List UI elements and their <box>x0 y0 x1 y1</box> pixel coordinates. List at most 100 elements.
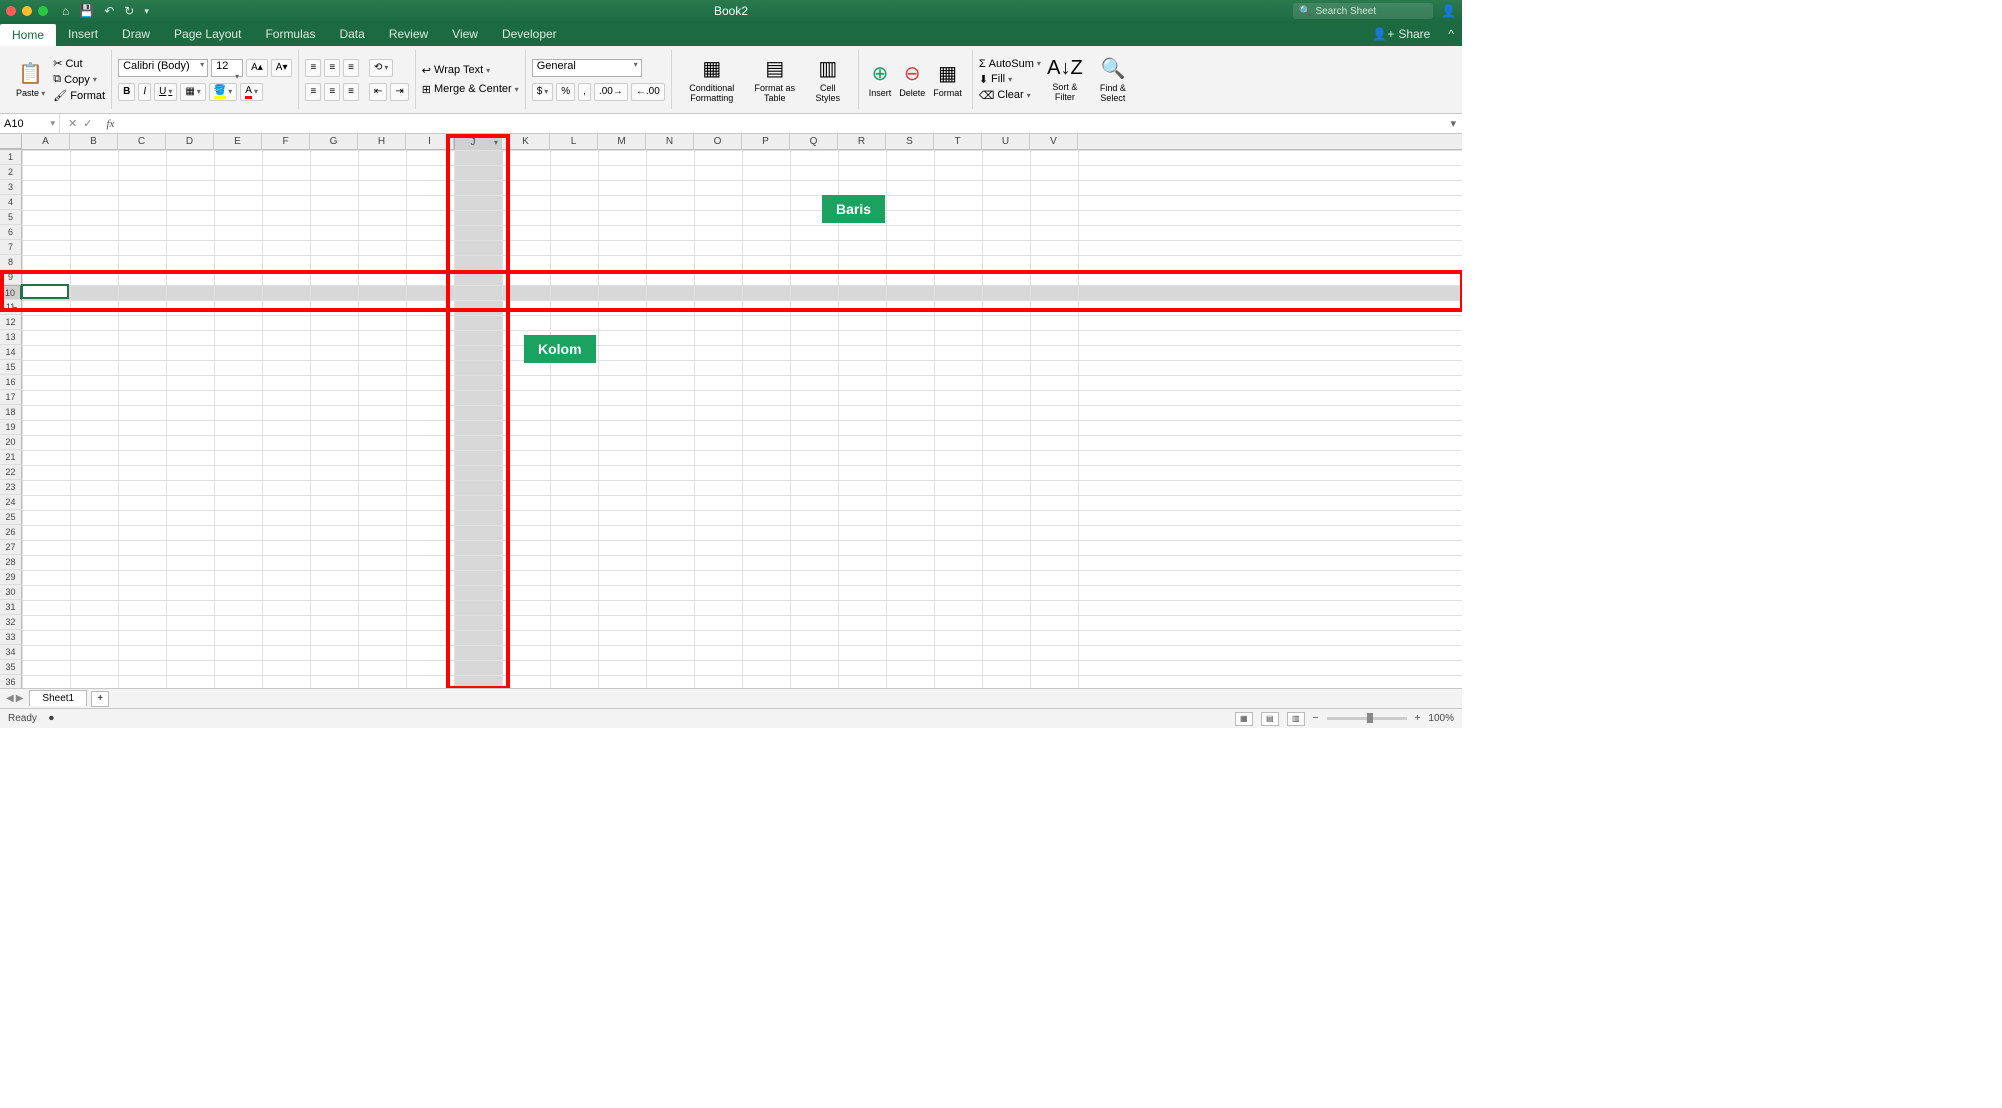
search-sheet-input[interactable]: 🔍 Search Sheet <box>1293 3 1433 19</box>
wrap-text-button[interactable]: ↩Wrap Text <box>422 64 519 77</box>
column-header-B[interactable]: B <box>70 134 118 149</box>
row-header-1[interactable]: 1 <box>0 150 22 165</box>
column-header-D[interactable]: D <box>166 134 214 149</box>
decrease-decimal-button[interactable]: ←.00 <box>631 83 665 101</box>
column-header-N[interactable]: N <box>646 134 694 149</box>
row-header-24[interactable]: 24 <box>0 495 22 510</box>
cut-button[interactable]: ✂Cut <box>53 57 105 70</box>
tab-page-layout[interactable]: Page Layout <box>162 22 253 46</box>
zoom-level[interactable]: 100% <box>1428 713 1454 724</box>
formula-input[interactable] <box>114 114 1444 133</box>
cell-styles-button[interactable]: ▥Cell Styles <box>804 50 852 109</box>
row-header-9[interactable]: 9 <box>0 270 22 285</box>
tab-review[interactable]: Review <box>377 22 440 46</box>
fx-label[interactable]: fx <box>100 118 114 130</box>
number-format-select[interactable]: General <box>532 59 642 77</box>
column-header-P[interactable]: P <box>742 134 790 149</box>
autosum-button[interactable]: ΣAutoSum <box>979 58 1041 70</box>
border-button[interactable]: ▦ <box>180 83 205 101</box>
row-header-2[interactable]: 2 <box>0 165 22 180</box>
row-header-22[interactable]: 22 <box>0 465 22 480</box>
font-color-button[interactable]: A <box>240 83 263 101</box>
column-header-A[interactable]: A <box>22 134 70 149</box>
row-header-5[interactable]: 5 <box>0 210 22 225</box>
row-header-19[interactable]: 19 <box>0 420 22 435</box>
decrease-font-button[interactable]: A▾ <box>271 59 293 77</box>
row-header-3[interactable]: 3 <box>0 180 22 195</box>
copy-button[interactable]: ⧉Copy <box>53 73 105 86</box>
tab-developer[interactable]: Developer <box>490 22 569 46</box>
currency-button[interactable]: $ <box>532 83 554 101</box>
increase-decimal-button[interactable]: .00→ <box>594 83 628 101</box>
row-header-6[interactable]: 6 <box>0 225 22 240</box>
page-layout-view-button[interactable]: ▤ <box>1261 712 1279 726</box>
row-header-14[interactable]: 14 <box>0 345 22 360</box>
cells-area[interactable]: Baris Kolom <box>22 150 1462 688</box>
row-header-26[interactable]: 26 <box>0 525 22 540</box>
conditional-formatting-button[interactable]: ▦Conditional Formatting <box>678 50 746 109</box>
user-icon[interactable]: 👤 <box>1441 4 1456 18</box>
row-header-8[interactable]: 8 <box>0 255 22 270</box>
page-break-view-button[interactable]: ▥ <box>1287 712 1305 726</box>
font-name-select[interactable]: Calibri (Body) <box>118 59 208 77</box>
row-header-30[interactable]: 30 <box>0 585 22 600</box>
column-header-I[interactable]: I <box>406 134 454 149</box>
decrease-indent-button[interactable]: ⇤ <box>369 83 387 101</box>
row-header-27[interactable]: 27 <box>0 540 22 555</box>
row-header-17[interactable]: 17 <box>0 390 22 405</box>
sheet-prev-button[interactable]: ◀ <box>6 693 14 704</box>
select-all-corner[interactable] <box>0 134 22 149</box>
align-top-button[interactable]: ≡ <box>305 59 321 77</box>
share-button[interactable]: 👤+Share <box>1362 22 1440 46</box>
row-header-28[interactable]: 28 <box>0 555 22 570</box>
underline-button[interactable]: U <box>154 83 177 101</box>
zoom-slider[interactable] <box>1327 717 1407 720</box>
minimize-window-button[interactable] <box>22 6 32 16</box>
format-painter-button[interactable]: 🖌Format <box>53 89 105 102</box>
column-header-S[interactable]: S <box>886 134 934 149</box>
orientation-button[interactable]: ⟲ <box>369 59 393 77</box>
redo-icon[interactable]: ↻ <box>124 4 134 18</box>
save-icon[interactable]: 💾 <box>79 4 94 18</box>
tab-view[interactable]: View <box>440 22 490 46</box>
zoom-out-button[interactable]: − <box>1313 713 1319 724</box>
align-left-button[interactable]: ≡ <box>305 83 321 101</box>
active-cell[interactable] <box>21 284 69 299</box>
increase-indent-button[interactable]: ⇥ <box>390 83 408 101</box>
normal-view-button[interactable]: ▦ <box>1235 712 1253 726</box>
row-header-25[interactable]: 25 <box>0 510 22 525</box>
find-select-button[interactable]: 🔍Find & Select <box>1089 54 1137 105</box>
row-header-18[interactable]: 18 <box>0 405 22 420</box>
home-icon[interactable]: ⌂ <box>62 4 69 18</box>
qat-more-icon[interactable]: ▾ <box>144 6 149 17</box>
font-size-select[interactable]: 12 <box>211 59 243 77</box>
fill-button[interactable]: ⬇Fill <box>979 73 1041 86</box>
italic-button[interactable]: I <box>138 83 151 101</box>
column-header-G[interactable]: G <box>310 134 358 149</box>
clear-button[interactable]: ⌫Clear <box>979 89 1041 102</box>
close-window-button[interactable] <box>6 6 16 16</box>
percent-button[interactable]: % <box>556 83 575 101</box>
row-header-35[interactable]: 35 <box>0 660 22 675</box>
enter-formula-button[interactable]: ✓ <box>83 117 92 130</box>
tab-insert[interactable]: Insert <box>56 22 110 46</box>
undo-icon[interactable]: ↶ <box>104 4 114 18</box>
insert-cells-button[interactable]: ⊕Insert <box>865 50 896 109</box>
comma-button[interactable]: , <box>578 83 591 101</box>
row-header-10[interactable]: 10 <box>0 285 22 300</box>
row-header-34[interactable]: 34 <box>0 645 22 660</box>
fill-color-button[interactable]: 🪣 <box>209 83 237 101</box>
column-header-V[interactable]: V <box>1030 134 1078 149</box>
column-header-L[interactable]: L <box>550 134 598 149</box>
row-header-12[interactable]: 12 <box>0 315 22 330</box>
align-right-button[interactable]: ≡ <box>343 83 359 101</box>
align-bottom-button[interactable]: ≡ <box>343 59 359 77</box>
column-header-R[interactable]: R <box>838 134 886 149</box>
cancel-formula-button[interactable]: ✕ <box>68 117 77 130</box>
row-header-20[interactable]: 20 <box>0 435 22 450</box>
row-header-36[interactable]: 36 <box>0 675 22 688</box>
row-header-16[interactable]: 16 <box>0 375 22 390</box>
column-header-E[interactable]: E <box>214 134 262 149</box>
format-cells-button[interactable]: ▦Format <box>929 50 966 109</box>
spreadsheet-grid[interactable]: ABCDEFGHIJKLMNOPQRSTUV 12345678910111213… <box>0 134 1462 688</box>
